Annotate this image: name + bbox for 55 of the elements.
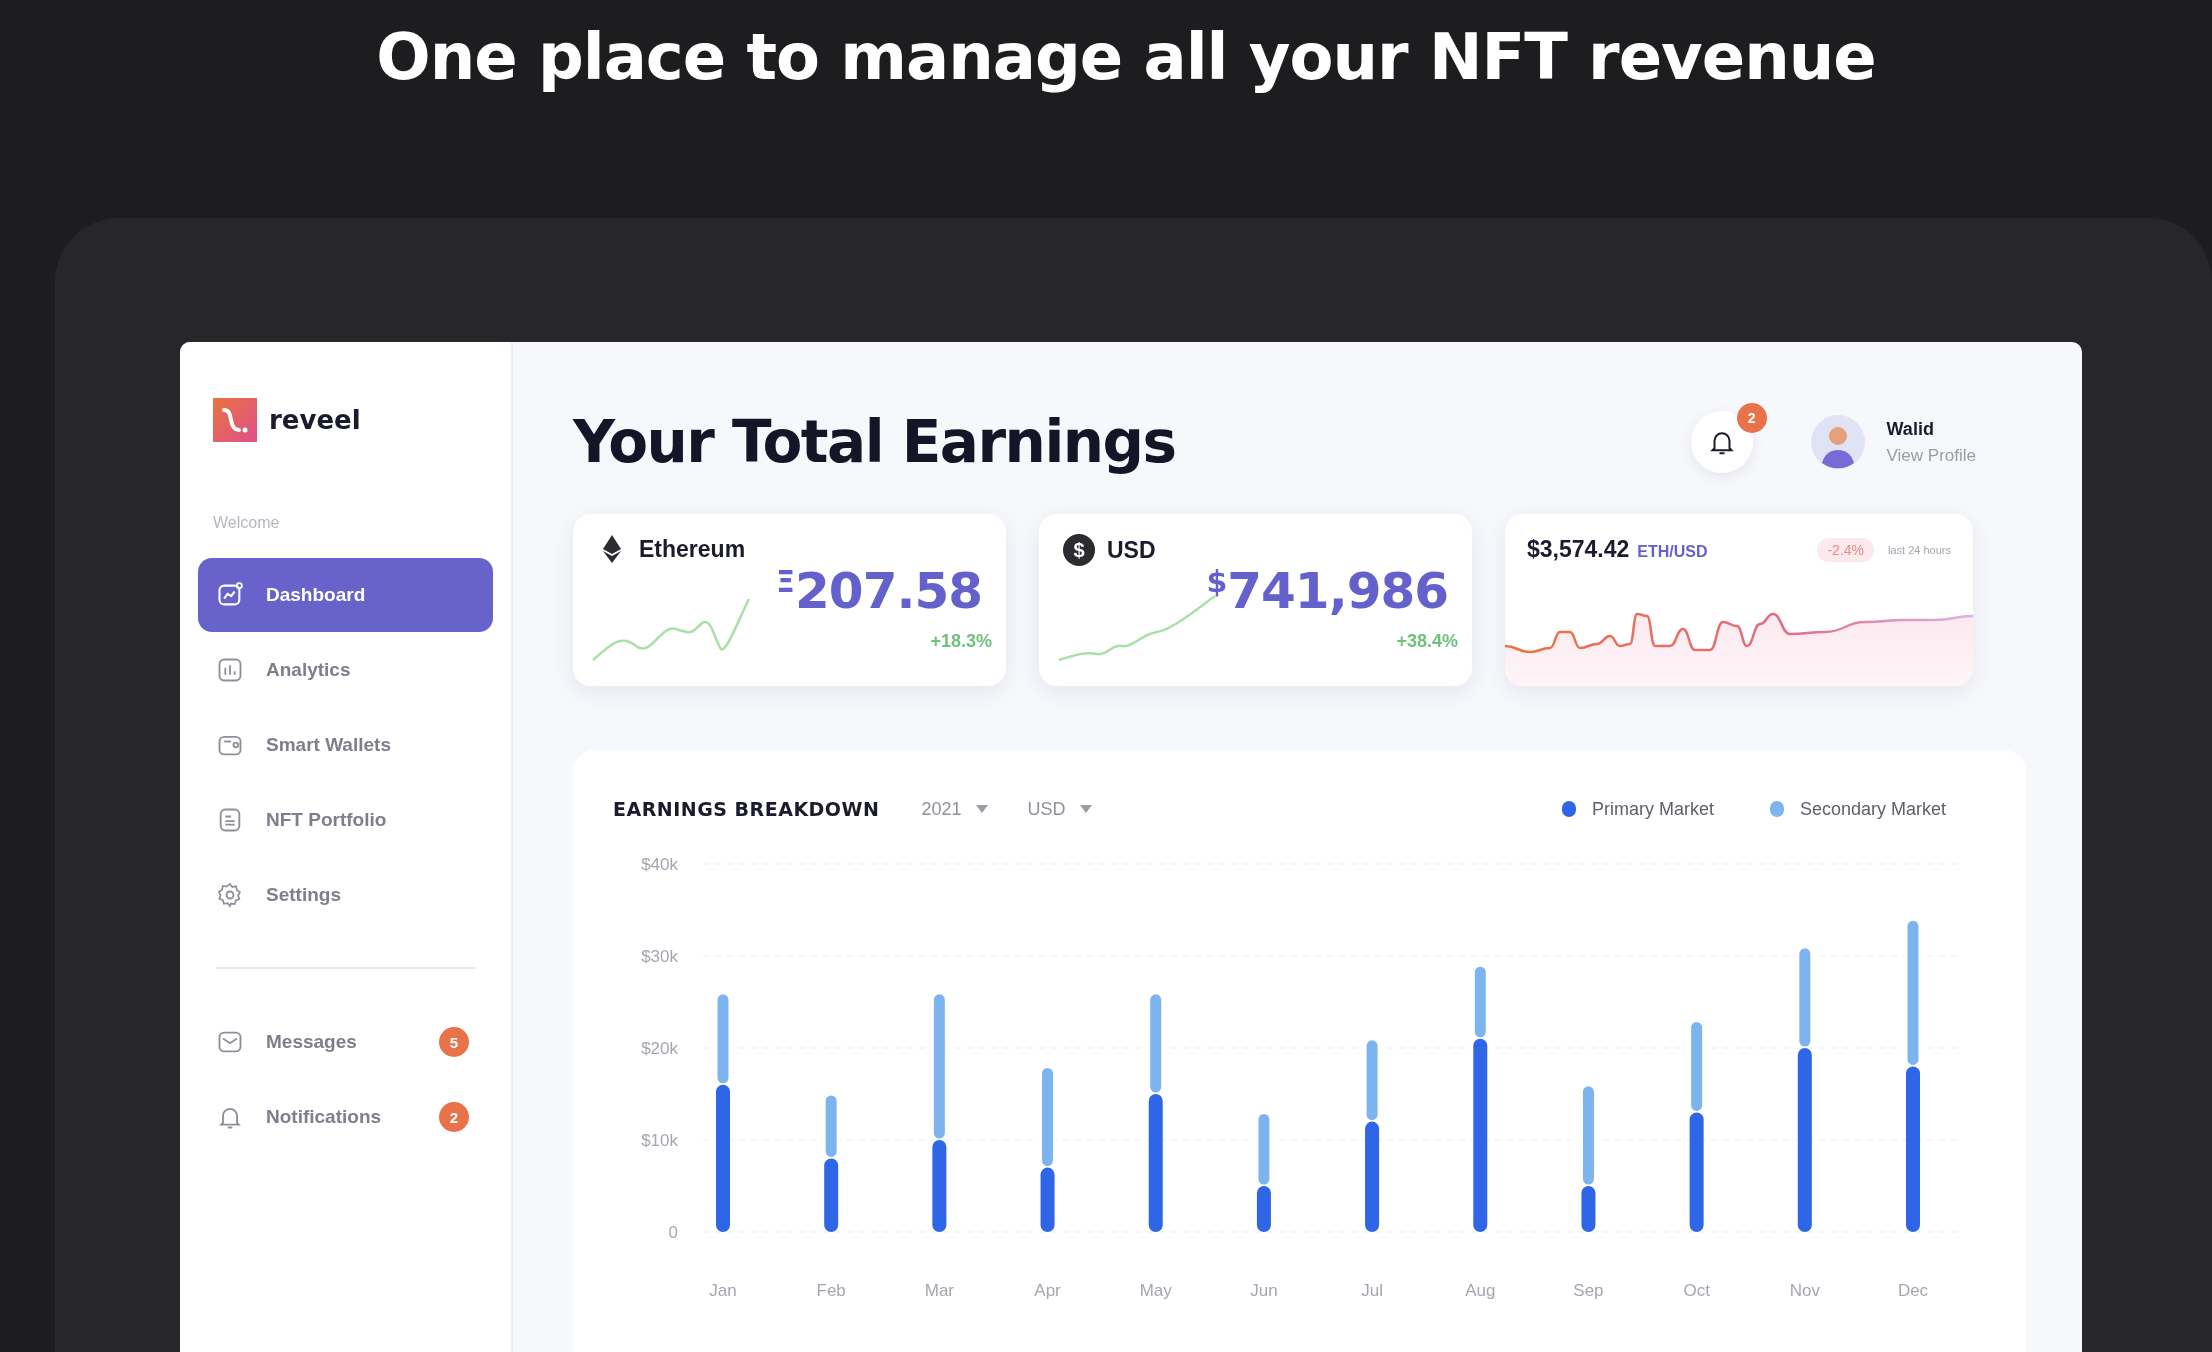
axis-label: 0 (668, 1223, 678, 1242)
sidebar-item[interactable]: Settings (198, 858, 493, 932)
change-badge: -2.4% (1817, 537, 1874, 562)
logo-text: reveel (269, 405, 361, 435)
axis-label: Apr (1034, 1281, 1061, 1300)
legend-label: Secondary Market (1799, 798, 1946, 820)
axis-label: Dec (1897, 1281, 1929, 1300)
bar (822, 1092, 840, 1160)
currency-pair: ETH/USD (1637, 542, 1709, 561)
sidebar-item[interactable]: Notifications 2 (198, 1080, 493, 1154)
page-title: Your Total Earnings (573, 408, 1177, 476)
axis-label: Sep (1573, 1281, 1604, 1300)
count-badge: 2 (1736, 403, 1767, 433)
axis-label: Nov (1789, 1281, 1820, 1300)
axis-label: Jan (709, 1281, 737, 1300)
currency-icon: $ (1063, 534, 1095, 566)
axis-label: Jun (1250, 1281, 1278, 1300)
axis-label: $20k (641, 1039, 678, 1058)
bar-chart-icon (216, 656, 244, 684)
axis-label: Jul (1361, 1281, 1383, 1300)
price: $3,574.42 (1527, 536, 1630, 563)
axis-label: Feb (816, 1281, 846, 1300)
section-title: EARNINGS BREAKDOWN (613, 798, 880, 820)
count-badge: 5 (439, 1027, 469, 1057)
filter-dropdown[interactable]: USD (1021, 797, 1100, 821)
amount: $741,986 (1206, 562, 1448, 620)
axis-label: $40k (641, 855, 678, 874)
sidebar-item[interactable]: Dashboard (198, 558, 493, 632)
section-label: Welcome (213, 514, 281, 532)
sidebar-item[interactable]: Messages 5 (198, 1005, 493, 1079)
avatar[interactable] (1810, 415, 1865, 469)
change-percent: +18.3% (930, 631, 992, 652)
headline: One place to manage all your NFT revenue (376, 20, 1876, 96)
period-label: last 24 hours (1888, 543, 1951, 556)
user-name: Walid (1886, 418, 1935, 440)
caret-icon (1079, 804, 1094, 814)
axis-label: $30k (641, 947, 678, 966)
caret-icon (975, 804, 990, 814)
change-percent: +38.4% (1396, 631, 1458, 652)
axis-label: Aug (1465, 1281, 1496, 1300)
logo-icon (213, 398, 257, 442)
axis-label: $10k (641, 1131, 678, 1150)
sidebar-item[interactable]: NFT Portfolio (198, 783, 493, 857)
currency-name: Ethereum (639, 535, 746, 563)
settings-icon (216, 881, 244, 909)
axis-label: Mar (924, 1281, 954, 1300)
filter-dropdown[interactable]: 2021 (915, 797, 996, 821)
currency-name: USD (1107, 536, 1156, 564)
axis-label: Oct (1683, 1281, 1710, 1300)
legend-label: Primary Market (1591, 798, 1714, 820)
profile-link[interactable]: View Profile (1886, 445, 1976, 466)
count-badge: 2 (439, 1102, 469, 1132)
axis-label: May (1139, 1281, 1172, 1300)
sidebar-item[interactable]: Smart Wallets (198, 708, 493, 782)
sidebar-item[interactable]: Analytics (198, 633, 493, 707)
